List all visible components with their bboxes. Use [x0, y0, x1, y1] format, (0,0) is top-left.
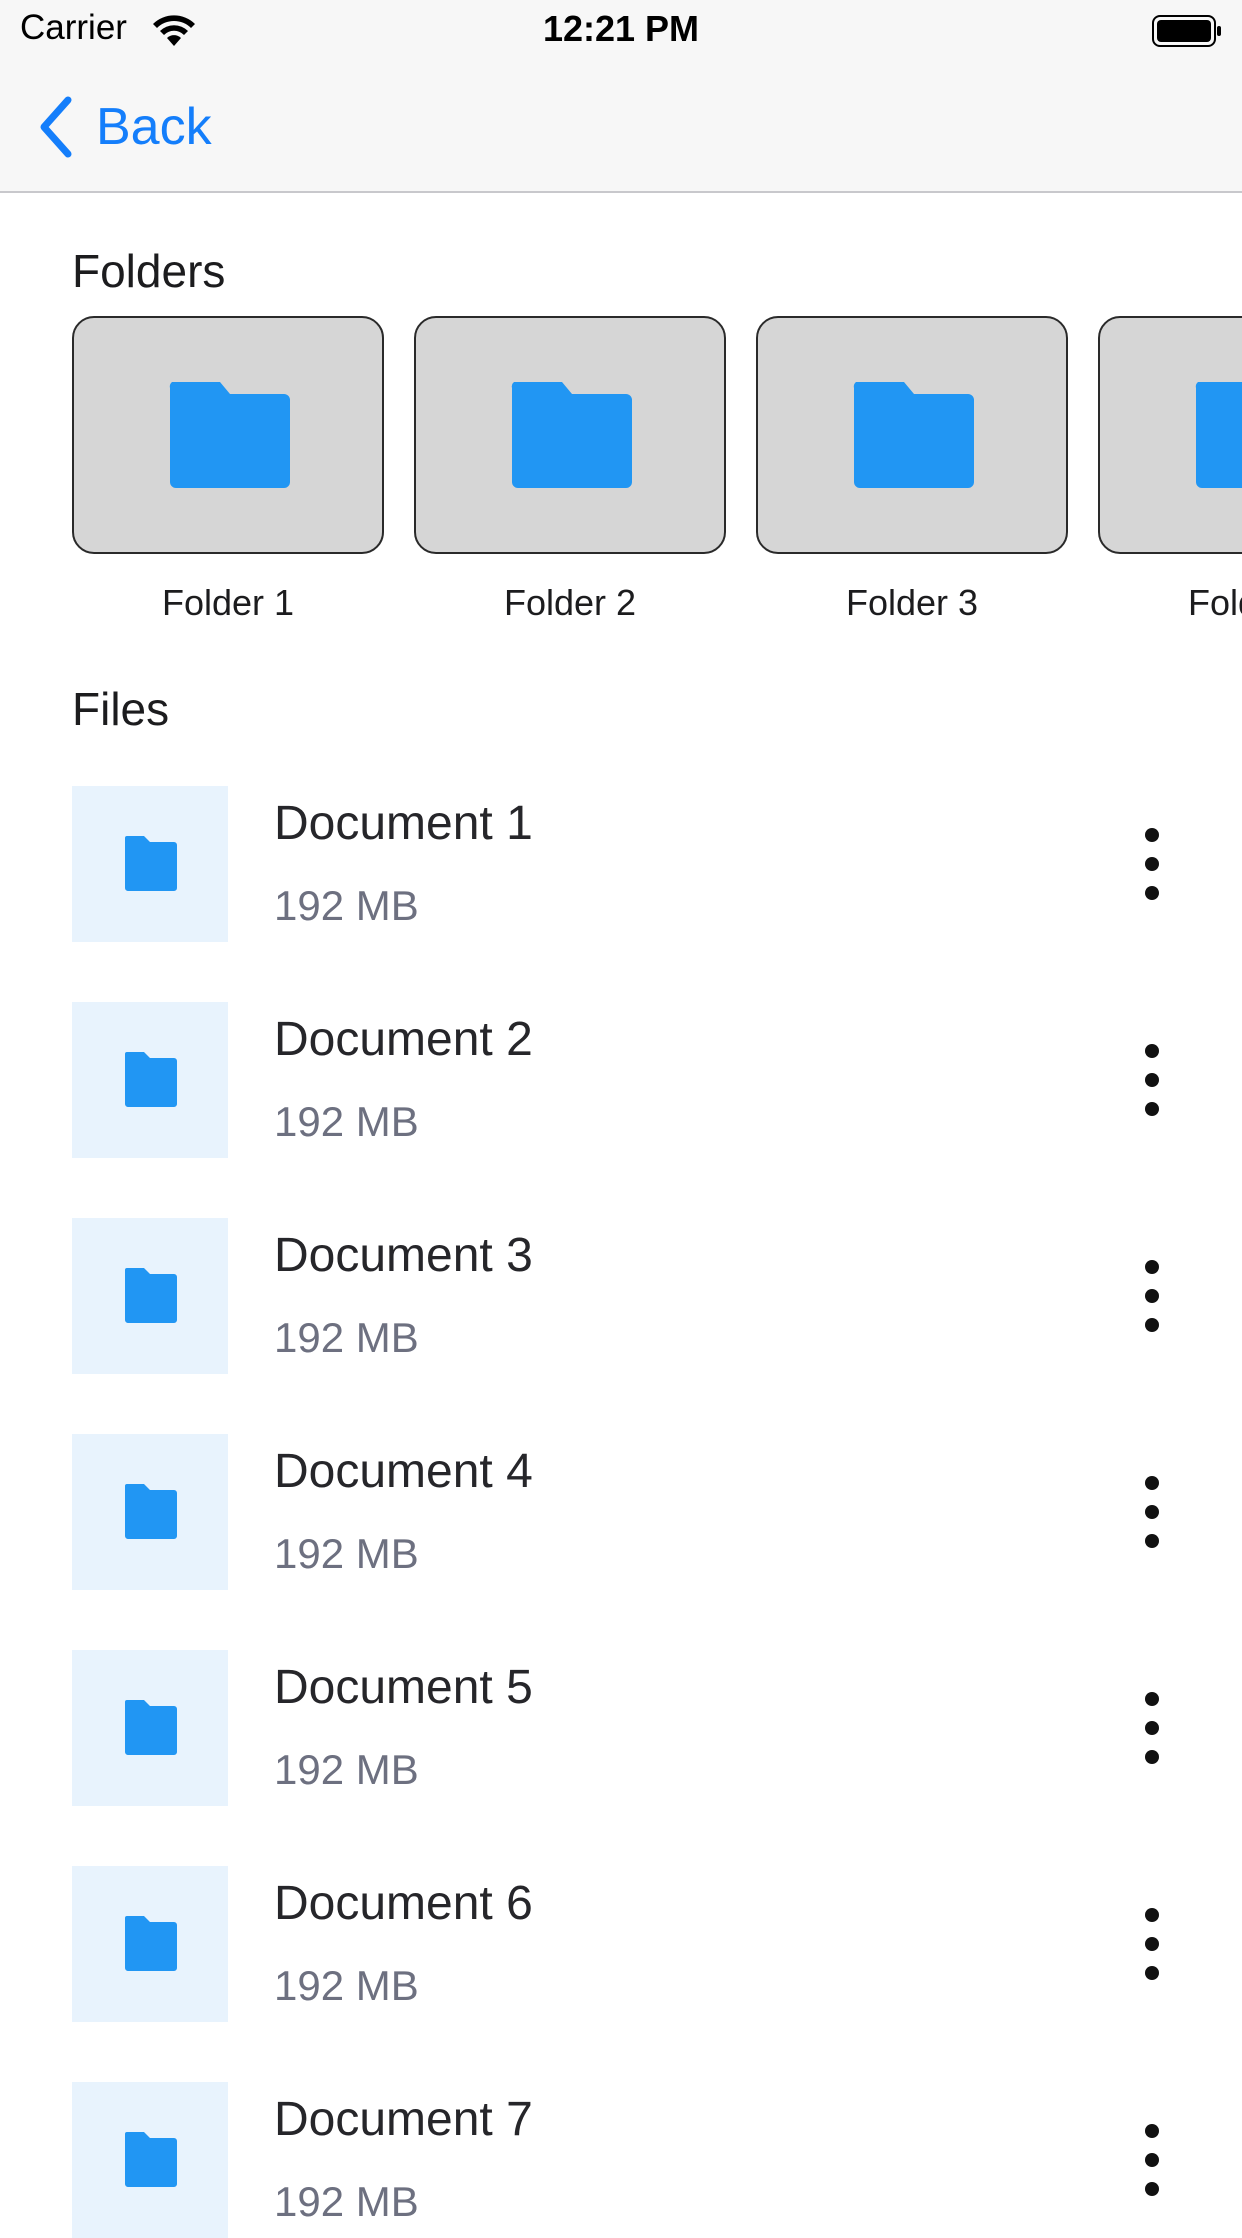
- more-options-icon[interactable]: [1126, 1260, 1178, 1332]
- file-name: Document 3: [274, 1229, 533, 1282]
- folder-icon: [1195, 382, 1242, 488]
- file-name: Document 6: [274, 1877, 533, 1930]
- file-name: Document 4: [274, 1445, 533, 1498]
- file-thumbnail: [72, 1866, 228, 2022]
- battery-icon: [1152, 15, 1221, 47]
- folder-card[interactable]: Folder 4: [1098, 316, 1242, 623]
- file-thumbnail: [72, 786, 228, 942]
- more-options-icon[interactable]: [1126, 1692, 1178, 1764]
- file-name: Document 5: [274, 1661, 533, 1714]
- more-options-icon[interactable]: [1126, 1908, 1178, 1980]
- folder-label: Folder 1: [161, 582, 295, 623]
- file-thumbnail: [72, 2082, 228, 2238]
- files-section-title: Files: [72, 683, 170, 735]
- file-row[interactable]: Document 1 192 MB: [0, 786, 1242, 942]
- file-thumbnail: [72, 1434, 228, 1590]
- folder-icon: [511, 382, 632, 488]
- folder-card[interactable]: Folder 1: [72, 316, 384, 623]
- file-row[interactable]: Document 4 192 MB: [0, 1434, 1242, 1590]
- file-size: 192 MB: [274, 1530, 419, 1577]
- folder-icon: [125, 1268, 177, 1323]
- folder-icon: [125, 1916, 177, 1971]
- file-row[interactable]: Document 3 192 MB: [0, 1218, 1242, 1374]
- file-size: 192 MB: [274, 1962, 419, 2009]
- file-name: Document 2: [274, 1013, 533, 1066]
- back-button[interactable]: Back: [36, 94, 212, 160]
- file-size: 192 MB: [274, 882, 419, 929]
- folder-tile[interactable]: [72, 316, 384, 554]
- navigation-bar: Back: [0, 64, 1242, 193]
- file-name: Document 7: [274, 2093, 533, 2146]
- more-options-icon[interactable]: [1126, 2124, 1178, 2196]
- folder-card[interactable]: Folder 2: [414, 316, 726, 623]
- folder-label: Folder 4: [1187, 582, 1242, 623]
- file-thumbnail: [72, 1218, 228, 1374]
- folder-icon: [169, 382, 290, 488]
- folder-icon: [125, 1484, 177, 1539]
- file-size: 192 MB: [274, 2178, 419, 2225]
- back-label: Back: [96, 98, 212, 156]
- folders-carousel[interactable]: Folder 1 Folder 2 Folder 3 Folder 4: [0, 316, 1242, 636]
- file-row[interactable]: Document 7 192 MB: [0, 2082, 1242, 2238]
- file-thumbnail: [72, 1650, 228, 1806]
- folders-section-title: Folders: [72, 245, 226, 297]
- file-row[interactable]: Document 5 192 MB: [0, 1650, 1242, 1806]
- file-thumbnail: [72, 1002, 228, 1158]
- status-time: 12:21 PM: [542, 8, 700, 49]
- folder-icon: [125, 1052, 177, 1107]
- folder-icon: [125, 1700, 177, 1755]
- folder-label: Folder 2: [503, 582, 637, 623]
- folder-icon: [125, 2132, 177, 2187]
- more-options-icon[interactable]: [1126, 1476, 1178, 1548]
- folder-label: Folder 3: [845, 582, 979, 623]
- file-row[interactable]: Document 6 192 MB: [0, 1866, 1242, 2022]
- chevron-left-icon: [40, 96, 72, 158]
- folder-tile[interactable]: [414, 316, 726, 554]
- file-name: Document 1: [274, 797, 533, 850]
- folder-card[interactable]: Folder 3: [756, 316, 1068, 623]
- folder-tile[interactable]: [756, 316, 1068, 554]
- folder-tile[interactable]: [1098, 316, 1242, 554]
- more-options-icon[interactable]: [1126, 1044, 1178, 1116]
- file-row[interactable]: Document 2 192 MB: [0, 1002, 1242, 1158]
- status-bar: Carrier 12:21 PM: [0, 0, 1242, 64]
- file-size: 192 MB: [274, 1098, 419, 1145]
- file-size: 192 MB: [274, 1746, 419, 1793]
- more-options-icon[interactable]: [1126, 828, 1178, 900]
- folder-icon: [125, 836, 177, 891]
- file-size: 192 MB: [274, 1314, 419, 1361]
- folder-icon: [853, 382, 974, 488]
